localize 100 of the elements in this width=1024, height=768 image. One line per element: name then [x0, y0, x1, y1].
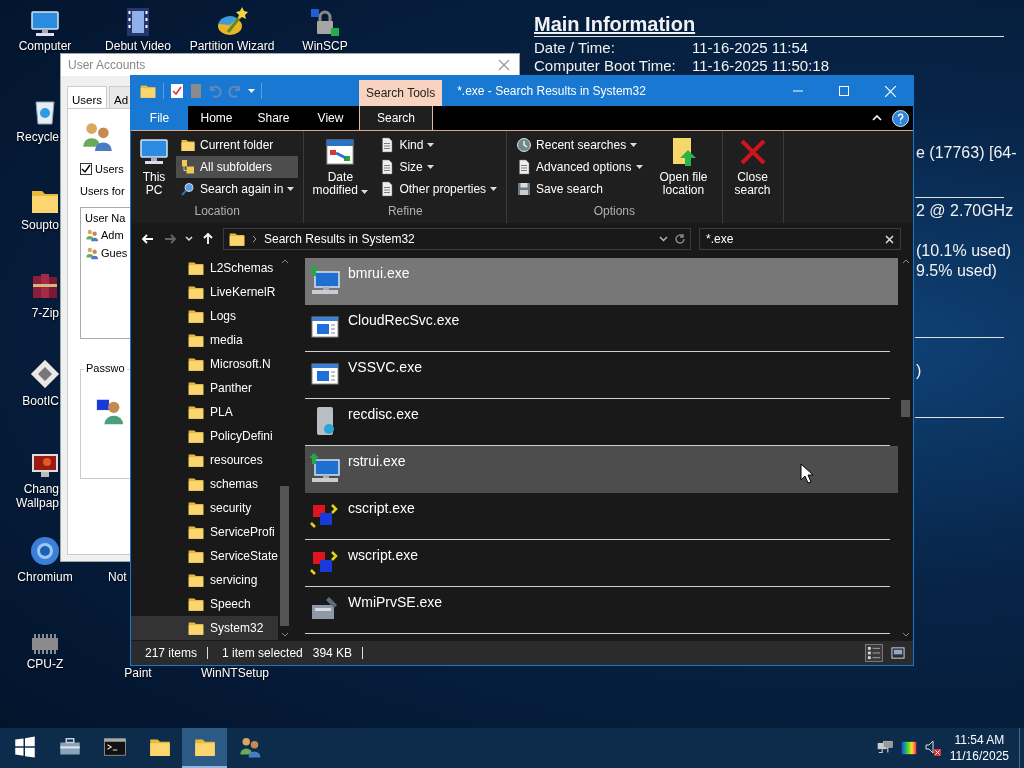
caret-icon[interactable] — [287, 187, 295, 191]
tree-item[interactable]: PLA — [131, 400, 279, 424]
tab[interactable]: Users — [67, 86, 108, 108]
tree-item[interactable]: ServiceProfi — [131, 520, 279, 544]
up-icon[interactable] — [201, 232, 215, 246]
ribbon-button[interactable]: Save search — [512, 178, 647, 200]
save-icon — [516, 181, 533, 197]
scroll-thumb[interactable] — [280, 486, 289, 626]
file-row[interactable]: rstrui.exe — [305, 446, 898, 493]
desktop-icon-label[interactable]: WinSCP — [285, 39, 365, 53]
list-item[interactable]: Adm — [101, 229, 124, 241]
desktop-icon-label[interactable]: Debut Video — [93, 39, 183, 53]
tree-item[interactable]: Speech — [131, 592, 279, 616]
desktop-icon-label[interactable]: Chromium — [0, 570, 90, 584]
desktop-icon-label[interactable]: Partition Wizard — [182, 39, 282, 53]
ribbon-tab[interactable]: View — [302, 106, 359, 130]
scroll-thumb[interactable] — [901, 400, 910, 417]
ribbon-button[interactable]: Close search — [727, 134, 778, 202]
tree-item[interactable]: Panther — [131, 376, 279, 400]
scroll-down-icon[interactable] — [901, 632, 910, 637]
list-item[interactable]: Gues — [101, 247, 128, 259]
tree-item[interactable]: Logs — [131, 304, 279, 328]
ribbon-button[interactable]: Search again in — [176, 178, 299, 200]
ribbon-button[interactable]: Advanced options — [512, 156, 647, 178]
properties-icon[interactable] — [170, 83, 184, 99]
file-row[interactable]: cscript.exe — [305, 493, 890, 540]
file-row[interactable]: wscript.exe — [305, 540, 890, 587]
sphere-icon[interactable] — [29, 535, 61, 567]
ribbon-button[interactable]: Size — [375, 156, 502, 178]
tree-item[interactable]: schemas — [131, 472, 279, 496]
lock-icon[interactable] — [309, 6, 341, 38]
checkbox[interactable] — [80, 163, 92, 175]
desktop-icon-label[interactable]: WinNTSetup — [190, 666, 280, 680]
tree-item[interactable]: servicing — [131, 568, 279, 592]
desktop-icon-label[interactable]: Paint — [108, 666, 168, 680]
recent-locations-icon[interactable] — [185, 236, 193, 242]
tree-item[interactable]: System32 — [131, 616, 279, 640]
details-view-icon[interactable] — [867, 646, 881, 660]
caret-icon[interactable] — [490, 187, 498, 191]
forward-icon[interactable] — [163, 232, 177, 246]
ribbon-tab[interactable]: Home — [188, 106, 245, 130]
ribbon-tab[interactable]: File — [131, 106, 188, 130]
file-row[interactable]: WmiPrvSE.exe — [305, 587, 890, 634]
desktop-icon-label[interactable]: Chang Wallpap — [0, 482, 59, 510]
desktop-icon-label[interactable]: 7-Zip — [0, 306, 59, 320]
tree-item[interactable]: L2Schemas — [131, 256, 279, 280]
close-icon[interactable] — [497, 58, 511, 72]
desktop-icon-label[interactable]: CPU-Z — [0, 657, 90, 671]
help-icon[interactable] — [892, 109, 909, 127]
ribbon-button[interactable]: All subfolders — [176, 156, 299, 178]
wand-icon[interactable] — [216, 6, 248, 38]
desktop-icon-label[interactable]: Soupto — [0, 218, 59, 232]
collapse-ribbon-icon[interactable] — [872, 115, 882, 121]
tiles-view-icon[interactable] — [891, 646, 905, 660]
file-row[interactable]: bmrui.exe — [305, 258, 898, 305]
status-text: 1 item selected — [222, 646, 304, 660]
file-row[interactable]: VSSVC.exe — [305, 352, 890, 399]
ribbon-button[interactable]: Recent searches — [512, 134, 647, 156]
desktop-icon-label[interactable]: Computer — [0, 39, 90, 53]
ribbon-tab[interactable]: Search — [359, 106, 433, 130]
tree-item[interactable]: media — [131, 328, 279, 352]
clear-icon[interactable] — [885, 234, 894, 244]
file-row[interactable]: CloudRecSvc.exe — [305, 305, 890, 352]
caret-icon[interactable] — [361, 190, 369, 194]
tree-item[interactable]: security — [131, 496, 279, 520]
dropdown-icon[interactable] — [659, 236, 668, 242]
chevron-icon[interactable] — [252, 235, 258, 243]
caret-icon[interactable] — [630, 143, 638, 147]
ribbon-button[interactable]: Kind — [375, 134, 502, 156]
tree-item[interactable]: ServiceState — [131, 544, 279, 568]
tree-item[interactable]: LiveKernelR — [131, 280, 279, 304]
search-field[interactable]: *.exe — [699, 228, 901, 250]
caret-icon[interactable] — [427, 143, 435, 147]
clock-date[interactable]: 11/16/2025 — [949, 748, 1009, 764]
column-header[interactable]: User Na — [85, 212, 126, 224]
speaker-icon[interactable] — [923, 739, 942, 757]
caret-icon[interactable] — [635, 165, 643, 169]
scroll-up-icon[interactable] — [280, 259, 289, 264]
tree-item[interactable]: resources — [131, 448, 279, 472]
tree-item[interactable]: PolicyDefini — [131, 424, 279, 448]
maximize-icon[interactable] — [839, 86, 849, 96]
color-icon[interactable] — [899, 739, 918, 757]
ribbon-button[interactable]: Current folder — [176, 134, 299, 156]
ribbon-button[interactable]: Other properties — [375, 178, 502, 200]
desktop-icon-label[interactable]: Not — [108, 570, 130, 584]
desktop-icon-label[interactable]: Recycle — [0, 130, 59, 144]
caret-icon[interactable] — [426, 165, 434, 169]
ribbon-button[interactable]: This PC — [136, 134, 172, 202]
back-icon[interactable] — [141, 232, 155, 246]
ribbon-button[interactable]: Date modified — [309, 134, 372, 202]
scroll-down-icon[interactable] — [280, 632, 289, 637]
scroll-up-icon[interactable] — [901, 259, 910, 264]
ribbon-button[interactable]: Open file location — [650, 134, 717, 202]
refresh-icon[interactable] — [674, 233, 686, 245]
tree-item[interactable]: Microsoft.N — [131, 352, 279, 376]
ribbon-tab[interactable]: Share — [245, 106, 302, 130]
address-bar[interactable]: Search Results in System32 — [223, 228, 691, 250]
floppy-icon[interactable] — [29, 358, 61, 390]
desktop-icon-label[interactable]: BootIC — [0, 394, 59, 408]
clock-time[interactable]: 11:54 AM — [954, 732, 1005, 748]
